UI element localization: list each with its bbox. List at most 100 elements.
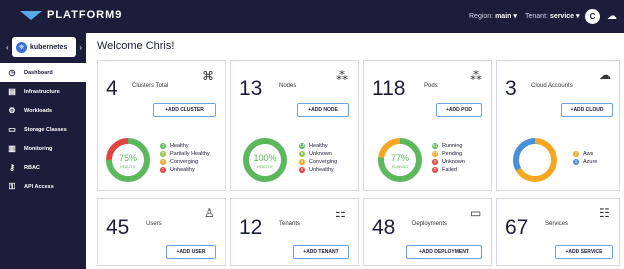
nodes-count: 13 xyxy=(239,77,263,100)
legend-count: 0 xyxy=(432,167,438,173)
deployment-window-icon: ▭ xyxy=(470,206,482,220)
region-label: Region: xyxy=(469,13,496,20)
legend-count: 0 xyxy=(432,159,438,165)
pods-card: 118 Pods ⁂ +ADD POD 77% RUNNING 91 Runnin… xyxy=(363,60,492,191)
add-cluster-button[interactable]: +ADD CLUSTER xyxy=(153,103,216,117)
nodes-donut-chart: 100% HEALTHY xyxy=(243,138,287,182)
sidebar-item-storage-classes[interactable]: ▭ Storage Classes xyxy=(0,120,86,139)
legend-item: 1 Azure xyxy=(573,158,597,166)
nodes-donut-percent: 100% xyxy=(253,153,276,163)
cloud-legend: 2 Aws 1 Azure xyxy=(573,150,597,166)
dashboard-icon: ◷ xyxy=(8,68,16,77)
legend-item: 3 Healthy xyxy=(160,142,210,150)
add-tenant-button[interactable]: +ADD TENANT xyxy=(293,245,349,259)
pods-donut-sub: RUNNING xyxy=(392,165,409,169)
legend-item: 0 Unknown xyxy=(432,158,465,166)
clusters-donut-chart: 75% HEALTHY xyxy=(106,138,150,182)
tenant-selector[interactable]: Tenant: service ▾ xyxy=(525,12,580,20)
users-label: Users xyxy=(146,221,162,227)
region-selector[interactable]: Region: main ▾ xyxy=(469,12,517,20)
legend-label: Converging xyxy=(170,159,199,165)
legend-count: 13 xyxy=(299,143,305,149)
sidebar-item-api-access[interactable]: ⚿ API Access xyxy=(0,177,86,196)
services-icon: ☷ xyxy=(599,206,610,220)
clusters-legend: 3 Healthy 0 Partially Healthy 0 Converging … xyxy=(160,142,210,174)
sidebar-item-dashboard[interactable]: ◷ Dashboard xyxy=(0,63,86,82)
add-cloud-button[interactable]: +ADD CLOUD xyxy=(561,103,613,117)
legend-label: Unhealthy xyxy=(170,167,195,173)
logo-text: PLATFORM9 xyxy=(47,9,123,21)
legend-label: Failed xyxy=(442,167,457,173)
legend-label: Pending xyxy=(442,151,463,157)
legend-label: Unknown xyxy=(309,151,332,157)
legend-count: 0 xyxy=(160,159,166,165)
legend-count: 1 xyxy=(160,167,166,173)
add-pod-button[interactable]: +ADD POD xyxy=(436,103,482,117)
clusters-card: 4 Clusters Total ⌘ +ADD CLUSTER 75% HEAL… xyxy=(97,60,226,191)
clusters-count: 4 xyxy=(106,77,118,100)
tenants-icon: ⚏ xyxy=(335,206,346,220)
add-user-button[interactable]: +ADD USER xyxy=(166,245,216,259)
deployments-label: Deployments xyxy=(412,221,448,227)
sidebar-item-infrastructure[interactable]: ▤ Infrastructure xyxy=(0,82,86,101)
legend-count: 2 xyxy=(573,151,579,157)
services-count: 67 xyxy=(505,216,529,239)
services-card: 67 Services ☷ +ADD SERVICE xyxy=(496,198,620,266)
pods-donut-percent: 77% xyxy=(391,153,409,163)
tenants-label: Tenants xyxy=(279,221,301,227)
nodes-label: Nodes xyxy=(279,83,297,89)
cloud-icon[interactable]: ☁ xyxy=(607,11,617,22)
sidebar-item-workloads[interactable]: ⚙ Workloads xyxy=(0,101,86,120)
legend-label: Azure xyxy=(583,159,598,165)
sidebar-item-label: Dashboard xyxy=(24,69,53,76)
legend-count: 0 xyxy=(299,151,305,157)
chevron-right-icon[interactable]: › xyxy=(76,43,82,52)
legend-item: 0 Unhealthy xyxy=(299,166,337,174)
clusters-donut-sub: HEALTHY xyxy=(120,165,137,169)
users-card: 45 Users ♙ +ADD USER xyxy=(97,198,226,266)
sidebar-item-label: Workloads xyxy=(24,107,53,114)
sidebar-nav: ◷ Dashboard ▤ Infrastructure ⚙ Workloads ▭ S… xyxy=(0,63,86,196)
kubernetes-icon: ⎈ xyxy=(16,41,27,53)
legend-count: 0 xyxy=(299,167,305,173)
sidebar-item-monitoring[interactable]: ▥ Monitoring xyxy=(0,139,86,158)
user-icon: ♙ xyxy=(204,206,215,220)
nodes-legend: 13 Healthy 0 Unknown 0 Converging 0 Unhealth… xyxy=(299,142,337,174)
cloud-accounts-count: 3 xyxy=(505,77,517,100)
legend-label: Healthy xyxy=(309,143,328,149)
sidebar-item-label: RBAC xyxy=(24,164,40,171)
deployments-count: 48 xyxy=(372,216,396,239)
tenants-card: 12 Tenants ⚏ +ADD TENANT xyxy=(230,198,359,266)
legend-label: Healthy xyxy=(170,143,189,149)
clusters-label: Clusters Total xyxy=(132,83,169,89)
sidebar: ‹ ⎈ kubernetes › ◷ Dashboard ▤ Infrastruct… xyxy=(0,33,86,269)
legend-item: 27 Pending xyxy=(432,150,465,158)
legend-item: 0 Unknown xyxy=(299,150,337,158)
cluster-selector[interactable]: ‹ ⎈ kubernetes › xyxy=(6,37,82,57)
legend-count: 27 xyxy=(432,151,438,157)
cloud-donut-chart xyxy=(513,138,557,182)
nodes-donut-sub: HEALTHY xyxy=(257,165,274,169)
user-avatar[interactable]: C xyxy=(585,9,600,24)
cloud-accounts-card: 3 Cloud Accounts ☁ +ADD CLOUD 2 Aws 1 Azur… xyxy=(496,60,620,191)
sidebar-item-label: Monitoring xyxy=(24,145,53,152)
legend-count: 0 xyxy=(299,159,305,165)
legend-item: 91 Running xyxy=(432,142,465,150)
legend-label: Unhealthy xyxy=(309,167,334,173)
sidebar-item-rbac[interactable]: ⚷ RBAC xyxy=(0,158,86,177)
sidebar-item-label: Storage Classes xyxy=(24,126,67,133)
pods-label: Pods xyxy=(424,83,438,89)
legend-item: 0 Failed xyxy=(432,166,465,174)
platform9-logo[interactable]: PLATFORM9 xyxy=(20,9,122,21)
tenant-label: Tenant: xyxy=(525,13,550,20)
add-deployment-button[interactable]: +ADD DEPLOYMENT xyxy=(406,245,482,259)
nodes-icon: ⁂ xyxy=(336,69,348,83)
add-node-button[interactable]: +ADD NODE xyxy=(297,103,349,117)
cloud-accounts-label: Cloud Accounts xyxy=(531,83,573,89)
add-service-button[interactable]: +ADD SERVICE xyxy=(555,245,613,259)
legend-item: 0 Converging xyxy=(299,158,337,166)
services-label: Services xyxy=(545,221,569,227)
nodes-card: 13 Nodes ⁂ +ADD NODE 100% HEALTHY 13 Heal… xyxy=(230,60,359,191)
cluster-pill[interactable]: ⎈ kubernetes xyxy=(12,37,76,57)
clusters-donut-percent: 75% xyxy=(119,153,137,163)
